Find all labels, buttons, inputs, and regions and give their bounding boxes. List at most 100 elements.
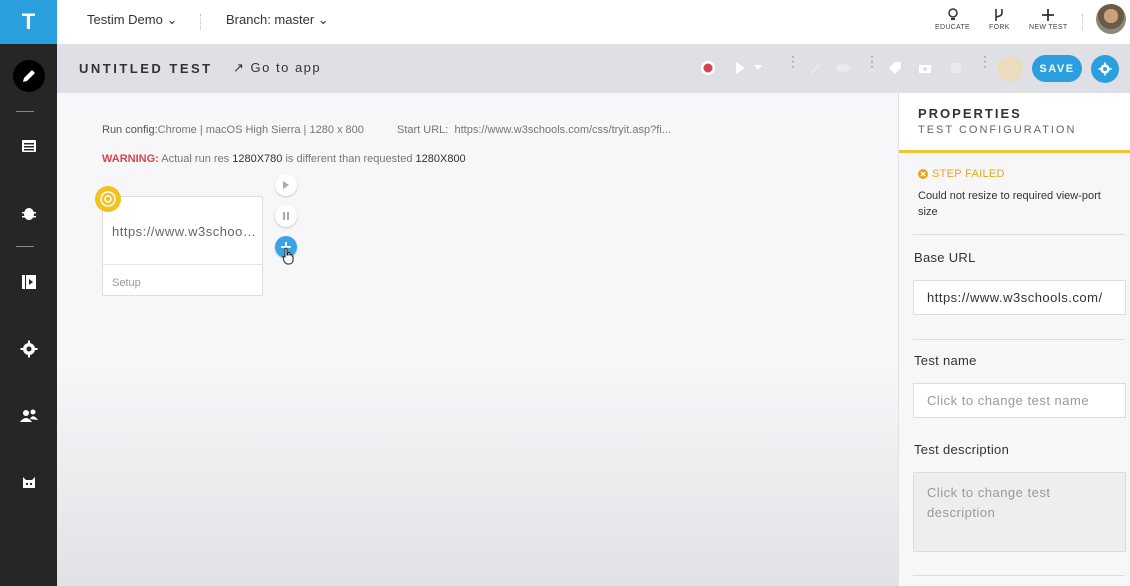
play-from-here-button[interactable] [275,174,297,196]
test-description-input[interactable]: Click to change test description [913,472,1126,552]
test-name-label: Test name [914,353,977,368]
nav-divider [16,246,34,247]
play-icon [736,62,745,74]
divider [913,234,1125,235]
play-button[interactable] [731,59,749,77]
caret-down-icon [754,65,762,70]
step-label: Setup [112,277,141,289]
warning-text: Actual run res [161,153,230,165]
left-nav: T [0,0,57,586]
nav-bugs[interactable] [0,193,57,233]
actual-resolution: 1280X780 [232,153,283,165]
recording-indicator [997,56,1023,82]
wand-button[interactable] [807,59,825,77]
tag-icon [889,62,901,74]
save-button[interactable]: SAVE [1032,55,1082,82]
settings-button[interactable] [1091,55,1119,83]
plus-icon [1042,6,1055,24]
record-button[interactable] [699,59,717,77]
warning-text: is different than requested [285,153,413,165]
hand-cursor-icon [282,247,294,265]
properties-subtitle: TEST CONFIGURATION [918,124,1077,136]
tag-button[interactable] [886,59,904,77]
group-icon [951,63,961,73]
test-toolbar: UNTITLED TEST ↗ Go to app ⋮ ⋮ ⋮ SAVE [57,44,1130,93]
error-icon [918,169,928,179]
chevron-down-icon: ⌄ [317,12,329,27]
wand-icon [810,64,820,74]
toolbar-divider: ⋮ [865,53,879,69]
fork-button[interactable]: FORK [989,6,1010,31]
start-url-value: https://www.w3schools.com/css/tryit.asp?… [454,124,671,136]
gear-icon [1098,62,1112,76]
divider [1082,14,1083,30]
play-list-icon [21,275,36,289]
properties-header: PROPERTIES TEST CONFIGURATION [899,93,1130,153]
lightbulb-icon [947,6,959,24]
go-to-app-link[interactable]: ↗ Go to app [233,60,321,76]
project-selector[interactable]: Testim Demo ⌄ [87,12,177,28]
gear-icon [20,340,37,358]
divider [200,14,201,30]
setup-step-card[interactable]: https://www.w3schools.com Setup [102,196,263,296]
divider [103,264,262,265]
pause-button[interactable] [275,205,297,227]
test-name-input[interactable]: Click to change test name [913,383,1126,418]
play-options-dropdown[interactable] [753,59,763,77]
nav-users[interactable] [0,396,57,436]
cat-icon [22,477,35,488]
project-name: Testim Demo [87,12,163,27]
toolbar-divider: ⋮ [786,53,800,69]
bug-icon [21,208,36,220]
camera-icon [919,65,931,73]
screenshot-button[interactable] [916,59,934,77]
divider [913,339,1125,340]
nav-settings[interactable] [0,329,57,369]
eye-icon [836,64,850,72]
chevron-down-icon: ⌄ [166,12,178,27]
educate-button[interactable]: EDUCATE [935,6,970,31]
warning-label: WARNING: [102,153,159,165]
nav-runs[interactable] [0,262,57,302]
step-url: https://www.w3schools.com [112,224,257,239]
step-failure-message: Could not resize to required view-port s… [918,190,1101,218]
base-url-label: Base URL [914,250,976,265]
pause-icon [283,212,289,220]
eye-button[interactable] [834,59,852,77]
nav-test-list[interactable] [0,126,57,166]
divider [913,575,1125,576]
branch-selector[interactable]: Branch: master ⌄ [226,12,329,28]
branch-name: Branch: master [226,12,315,27]
testim-logo[interactable]: T [0,0,57,44]
step-status: STEP FAILED [918,168,1005,180]
resolution-warning: WARNING: Actual run res 1280X780 is diff… [102,153,466,165]
pencil-icon [12,60,45,92]
list-icon [21,140,36,152]
new-test-button[interactable]: NEW TEST [1029,6,1067,31]
new-test-label: NEW TEST [1029,24,1068,31]
test-canvas: Run config:Chrome | macOS High Sierra | … [57,93,898,586]
fork-icon [993,6,1005,24]
test-title[interactable]: UNTITLED TEST [79,61,213,76]
toolbar-divider: ⋮ [978,53,992,69]
start-url-label: Start URL: [397,124,449,136]
go-to-app-label: Go to app [250,60,322,75]
record-icon [701,61,715,75]
nav-integrations[interactable] [0,462,57,502]
properties-title: PROPERTIES [918,106,1022,121]
run-config: Run config:Chrome | macOS High Sierra | … [102,124,364,136]
run-config-value: Chrome | macOS High Sierra | 1280 x 800 [157,124,364,136]
requested-resolution: 1280X800 [415,153,466,165]
group-button[interactable] [947,59,965,77]
test-description-label: Test description [914,442,1010,457]
users-icon [19,409,38,422]
step-status-text: STEP FAILED [932,168,1005,180]
base-url-input[interactable]: https://www.w3schools.com/ [913,280,1126,315]
run-config-label: Run config: [102,124,158,136]
top-bar: Testim Demo ⌄ Branch: master ⌄ EDUCATE F… [57,0,1130,44]
avatar[interactable] [1096,4,1126,34]
properties-panel: PROPERTIES TEST CONFIGURATION STEP FAILE… [898,93,1130,586]
nav-divider [16,111,34,112]
nav-editor[interactable] [0,56,57,96]
fork-label: FORK [989,24,1010,31]
